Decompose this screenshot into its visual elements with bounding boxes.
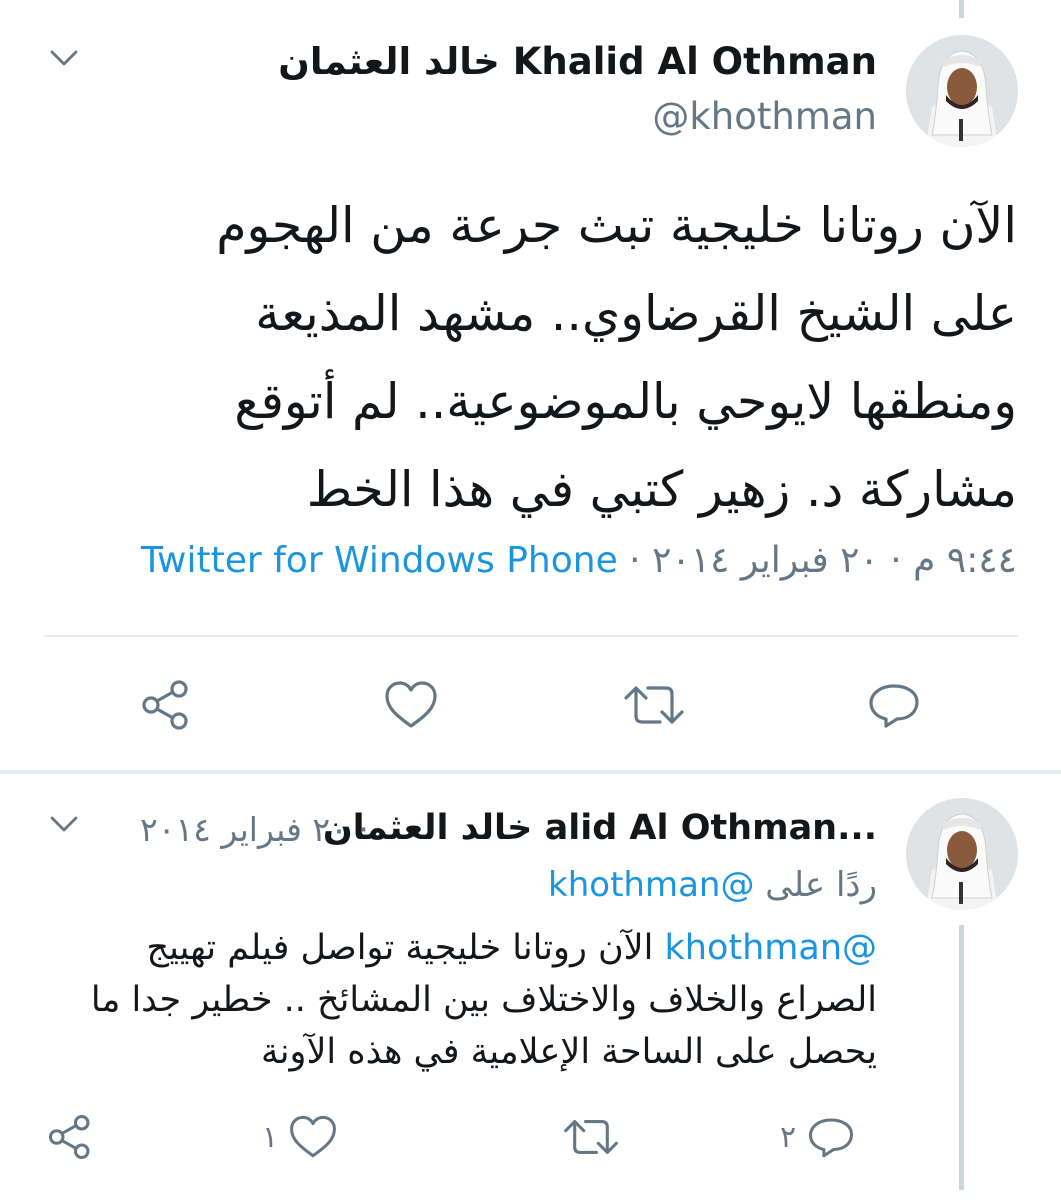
author-handle[interactable]: @khothman [652,95,877,138]
like-icon [290,1115,337,1158]
reply-count: ٢ [780,1119,797,1155]
avatar-image [906,35,1018,147]
like-icon [385,681,437,728]
replying-to: ردًا على @khothman [548,865,877,905]
tweet-separator [0,770,1061,774]
like-button[interactable] [383,680,449,730]
author-name[interactable]: خالد العثمان Khalid Al Othman [278,40,877,83]
share-icon [142,680,188,730]
chevron-down-icon [50,50,78,66]
like-count: ١ [262,1119,279,1155]
thread-line [959,0,964,18]
share-icon [48,1114,90,1160]
tweet-text: @khothman الآن روتانا خليجية تواصل فيلم … [77,922,877,1078]
tweet-meta: ٩:٤٤ م · ٢٠ فبراير ٢٠١٤ · Twitter for Wi… [141,540,1017,581]
divider [44,635,1018,637]
tweet-date[interactable]: · ٢٠ فبراير ٢٠١٤ [140,810,369,849]
tweet-menu-button[interactable] [46,46,82,70]
share-button[interactable] [46,1114,96,1160]
tweet-timestamp[interactable]: ٩:٤٤ م · ٢٠ فبراير ٢٠١٤ · [618,540,1017,581]
tweet-text: الآن روتانا خليجية تبث جرعة من الهجوم عل… [216,197,1017,518]
author-name[interactable]: خالد العثمان alid Al Othman... [323,808,877,848]
share-button[interactable] [139,680,195,730]
avatar[interactable] [906,798,1018,910]
retweet-button[interactable] [622,680,696,730]
like-button[interactable]: ١ [262,1114,338,1160]
avatar-image [906,798,1018,910]
replying-to-mention[interactable]: @khothman [548,865,754,905]
retweet-button[interactable] [562,1114,630,1160]
avatar[interactable] [906,35,1018,147]
tweet-menu-button[interactable] [46,812,82,836]
tweet-client-link[interactable]: Twitter for Windows Phone [141,540,618,581]
reply-icon [809,1118,854,1158]
replying-to-label: ردًا على [765,865,877,905]
reply-button[interactable] [866,680,932,730]
reply-icon [869,684,919,728]
reply-button[interactable]: ٢ [780,1114,856,1160]
mention-link[interactable]: @khothman [665,928,878,968]
thread-line [959,925,964,1190]
retweet-icon [564,1120,618,1154]
chevron-down-icon [50,816,78,832]
retweet-icon [624,686,684,724]
